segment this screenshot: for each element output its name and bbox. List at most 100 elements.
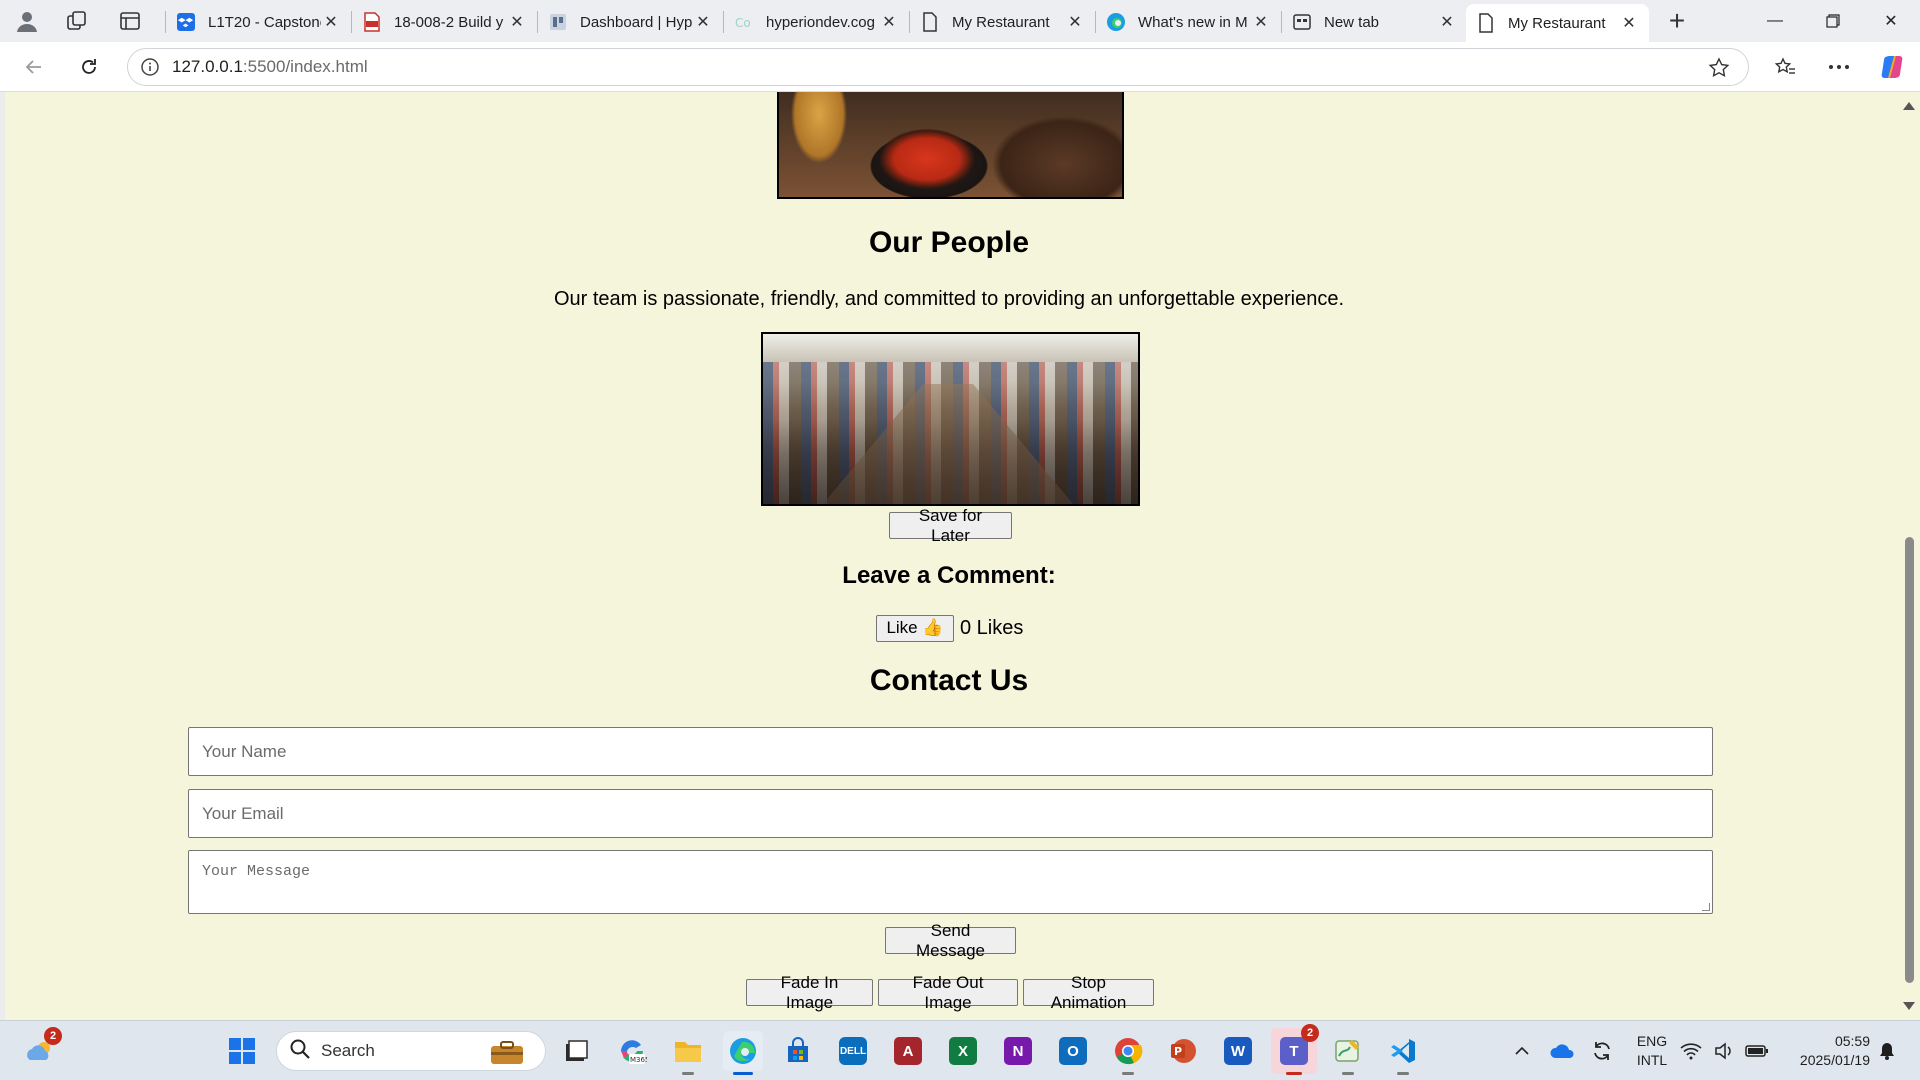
close-tab-icon[interactable]: ✕ [1065, 12, 1085, 32]
edge-icon [1106, 12, 1126, 32]
tab-whats-new[interactable]: What's new in M ✕ [1096, 4, 1281, 40]
save-for-later-button[interactable]: Save for Later [889, 506, 1012, 545]
resize-handle-icon[interactable] [1702, 903, 1710, 911]
tab-title: New tab [1324, 13, 1380, 31]
tab-title: What's new in M [1138, 13, 1248, 31]
dell-icon[interactable]: DELL [833, 1031, 873, 1071]
tab-title: hyperiondev.cog [766, 13, 875, 31]
powerpoint-icon[interactable]: P [1163, 1031, 1203, 1071]
people-description: Our team is passionate, friendly, and co… [553, 288, 1345, 310]
favorite-star-icon[interactable] [1708, 57, 1730, 84]
weather-icon[interactable]: 2 [20, 1027, 62, 1071]
onedrive-icon[interactable] [1542, 1031, 1582, 1071]
close-tab-icon[interactable]: ✕ [321, 12, 341, 32]
clock-time: 05:59 [1834, 1033, 1870, 1049]
back-icon[interactable] [16, 50, 52, 84]
page-icon [1476, 13, 1496, 33]
sync-icon[interactable] [1582, 1031, 1622, 1071]
taskbar-search[interactable]: Search [276, 1031, 546, 1071]
stop-animation-button[interactable]: Stop Animation [1023, 973, 1154, 1012]
file-explorer-icon[interactable] [668, 1031, 708, 1075]
paint-icon[interactable] [1328, 1031, 1368, 1075]
edge-browser-icon[interactable] [723, 1031, 763, 1075]
email-field[interactable]: Your Email [188, 789, 1713, 838]
close-tab-icon[interactable]: ✕ [879, 12, 899, 32]
search-highlight-icon [485, 1038, 533, 1071]
fade-in-button[interactable]: Fade In Image [746, 973, 873, 1012]
workspaces-icon[interactable] [60, 7, 94, 35]
close-tab-icon[interactable]: ✕ [1251, 12, 1271, 32]
scroll-thumb[interactable] [1905, 537, 1914, 983]
more-options-icon[interactable] [1821, 50, 1857, 84]
tab-pdf[interactable]: 18-008-2 Build y ✕ [352, 4, 537, 40]
tab-actions-icon[interactable] [113, 7, 147, 35]
tab-bar: L1T20 - Capstone ✕ 18-008-2 Build y ✕ Da… [0, 0, 1920, 42]
close-window-icon[interactable]: ✕ [1862, 0, 1920, 42]
excel-icon[interactable]: X [943, 1031, 983, 1071]
microsoft-store-icon[interactable] [778, 1031, 818, 1071]
site-info-icon[interactable] [128, 57, 172, 77]
fade-out-button[interactable]: Fade Out Image [878, 973, 1018, 1012]
profile-icon[interactable] [10, 7, 44, 35]
tab-dashboard[interactable]: Dashboard | Hyp ✕ [538, 4, 723, 40]
newtab-icon [1292, 12, 1312, 32]
scroll-up-icon[interactable] [1903, 102, 1915, 110]
tab-my-restaurant-active[interactable]: My Restaurant ✕ [1466, 4, 1649, 42]
page-viewport: Our People Our team is passionate, frien… [0, 92, 1920, 1020]
name-field[interactable]: Your Name [188, 727, 1713, 776]
language-indicator[interactable]: ENG INTL [1634, 1032, 1670, 1070]
send-message-button[interactable]: Send Message [885, 921, 1016, 960]
close-tab-icon[interactable]: ✕ [1619, 13, 1639, 33]
weather-badge: 2 [44, 1027, 62, 1045]
url-bar[interactable]: 127.0.0.1:5500/index.html [127, 48, 1749, 86]
tab-title: My Restaurant [1508, 14, 1606, 32]
tab-title: Dashboard | Hyp [580, 13, 693, 31]
favorites-icon[interactable] [1767, 50, 1803, 84]
dashboard-icon [548, 12, 568, 32]
access-icon[interactable]: A [888, 1031, 928, 1071]
wifi-icon[interactable] [1676, 1031, 1706, 1071]
close-tab-icon[interactable]: ✕ [1437, 12, 1457, 32]
minimize-icon[interactable]: — [1746, 0, 1804, 42]
refresh-icon[interactable] [71, 50, 107, 84]
onenote-icon[interactable]: N [998, 1031, 1038, 1071]
outlook-icon[interactable]: O [1053, 1031, 1093, 1071]
close-tab-icon[interactable]: ✕ [507, 12, 527, 32]
chrome-icon[interactable] [1108, 1031, 1148, 1075]
page-icon [920, 12, 940, 32]
teams-badge: 2 [1301, 1024, 1319, 1042]
like-button[interactable]: Like 👍 [876, 614, 954, 642]
svg-text:Co: Co [735, 16, 751, 30]
vscode-icon[interactable] [1383, 1031, 1423, 1075]
vertical-scrollbar[interactable] [1898, 92, 1920, 1020]
notification-bell-icon[interactable] [1872, 1031, 1902, 1071]
svg-text:P: P [1174, 1045, 1182, 1058]
cogrammar-icon: Co [734, 12, 754, 32]
our-people-heading: Our People [868, 226, 1030, 259]
show-hidden-icons[interactable] [1502, 1031, 1542, 1071]
new-tab-button[interactable]: + [1660, 5, 1694, 36]
copilot-icon[interactable] [1874, 50, 1910, 84]
taskbar: 2 Search M365 DELL A X N O [0, 1020, 1920, 1080]
tab-new-tab[interactable]: New tab ✕ [1282, 4, 1467, 40]
tab-hyperiondev[interactable]: Co hyperiondev.cog ✕ [724, 4, 909, 40]
teams-icon[interactable]: T 2 [1271, 1024, 1319, 1075]
scroll-down-icon[interactable] [1903, 1002, 1915, 1010]
message-field[interactable]: Your Message [188, 850, 1713, 914]
start-icon[interactable] [222, 1031, 262, 1071]
tab-my-restaurant-1[interactable]: My Restaurant ✕ [910, 4, 1095, 40]
volume-icon[interactable] [1710, 1031, 1740, 1071]
restore-icon[interactable] [1804, 0, 1862, 42]
microsoft-365-icon[interactable]: M365 [612, 1031, 652, 1071]
task-view-icon[interactable] [556, 1031, 596, 1071]
battery-icon[interactable] [1742, 1031, 1772, 1071]
close-tab-icon[interactable]: ✕ [693, 12, 713, 32]
address-bar: 127.0.0.1:5500/index.html [0, 42, 1920, 92]
search-label: Search [321, 1041, 375, 1060]
clock[interactable]: 05:59 2025/01/19 [1780, 1032, 1870, 1070]
clock-date: 2025/01/19 [1799, 1052, 1870, 1068]
word-icon[interactable]: W [1218, 1031, 1258, 1071]
tab-title: 18-008-2 Build y [394, 13, 504, 31]
dropbox-icon [176, 12, 196, 32]
tab-capstone[interactable]: L1T20 - Capstone ✕ [166, 4, 351, 40]
